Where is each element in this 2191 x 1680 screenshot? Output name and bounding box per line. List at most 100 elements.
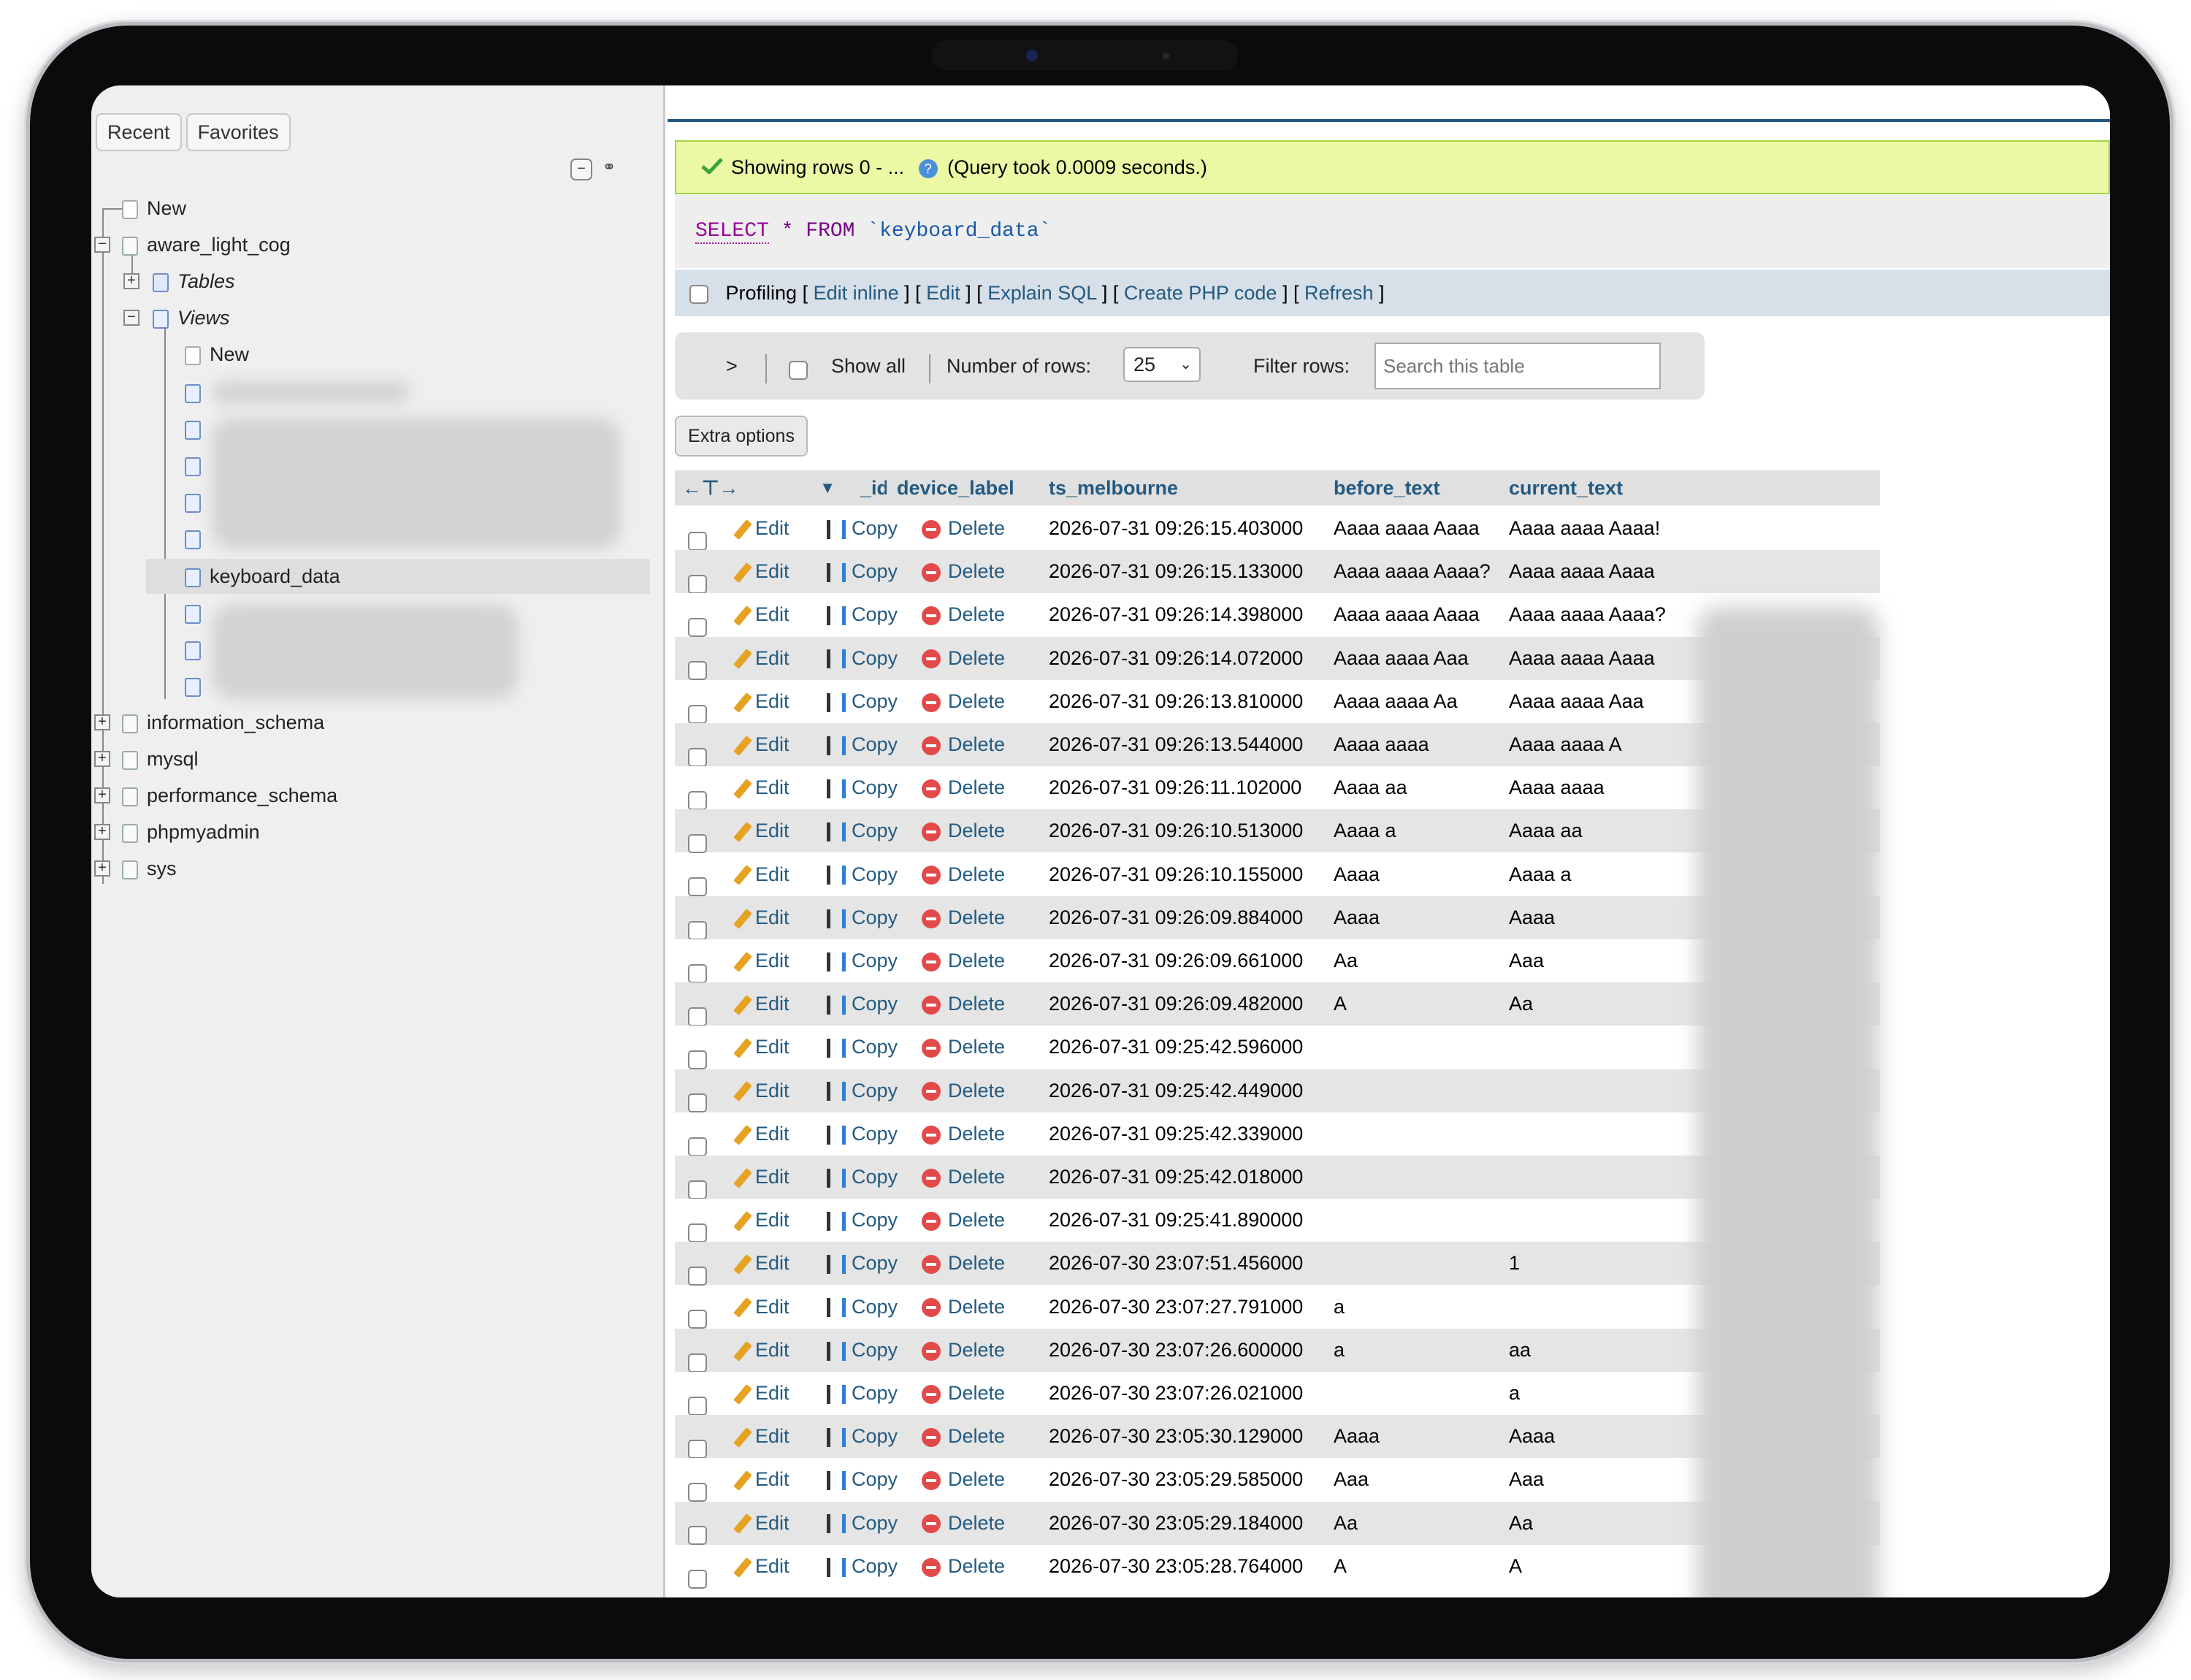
column-arrows-icon[interactable]: ←⊤→ [675, 477, 739, 499]
tree-item-db-information-schema[interactable]: information_schema [122, 708, 324, 737]
row-checkbox[interactable] [688, 1310, 707, 1329]
row-delete-button[interactable]: Delete [922, 1069, 1005, 1112]
show-all-checkbox[interactable] [789, 360, 808, 380]
row-copy-button[interactable]: Copy [827, 766, 898, 809]
column-before-text[interactable]: before_text [1323, 470, 1499, 505]
row-delete-button[interactable]: Delete [922, 1545, 1005, 1588]
tree-item-view[interactable] [185, 451, 210, 480]
row-checkbox[interactable] [688, 747, 707, 767]
tree-item-views-new[interactable]: New [185, 340, 249, 369]
row-checkbox[interactable] [688, 575, 707, 595]
row-delete-button[interactable]: Delete [922, 637, 1005, 680]
row-delete-button[interactable]: Delete [922, 939, 1005, 982]
row-delete-button[interactable]: Delete [922, 1286, 1005, 1329]
row-delete-button[interactable]: Delete [922, 1329, 1005, 1372]
row-checkbox[interactable] [688, 877, 707, 897]
column-toggle-header[interactable]: ←⊤→ ▼ [675, 470, 844, 505]
row-copy-button[interactable]: Copy [827, 1156, 898, 1199]
tree-item-view[interactable] [185, 524, 210, 553]
row-delete-button[interactable]: Delete [922, 766, 1005, 809]
row-edit-button[interactable]: Edit [733, 507, 789, 550]
tree-item-view[interactable] [185, 598, 210, 627]
row-edit-button[interactable]: Edit [733, 1286, 789, 1329]
filter-rows-input[interactable]: Search this table [1374, 343, 1661, 389]
row-delete-button[interactable]: Delete [922, 1112, 1005, 1156]
row-delete-button[interactable]: Delete [922, 1199, 1005, 1242]
row-delete-button[interactable]: Delete [922, 1502, 1005, 1545]
row-edit-button[interactable]: Edit [733, 1026, 789, 1069]
row-checkbox[interactable] [688, 1137, 707, 1156]
row-edit-button[interactable]: Edit [733, 1458, 789, 1501]
row-edit-button[interactable]: Edit [733, 1069, 789, 1112]
edit-inline-link[interactable]: Edit inline [814, 282, 899, 304]
row-edit-button[interactable]: Edit [733, 1199, 789, 1242]
row-copy-button[interactable]: Copy [827, 809, 898, 852]
expand-icon[interactable]: + [94, 824, 110, 840]
row-checkbox[interactable] [688, 1180, 707, 1199]
expand-icon[interactable]: + [94, 714, 110, 730]
row-edit-button[interactable]: Edit [733, 939, 789, 982]
collapse-all-icon[interactable]: − [570, 159, 592, 180]
row-checkbox[interactable] [688, 531, 707, 551]
row-copy-button[interactable]: Copy [827, 550, 898, 593]
row-edit-button[interactable]: Edit [733, 680, 789, 723]
row-checkbox[interactable] [688, 618, 707, 638]
refresh-link[interactable]: Refresh [1304, 282, 1374, 304]
collapse-icon[interactable]: − [123, 310, 139, 326]
tab-recent[interactable]: Recent [96, 113, 182, 151]
row-delete-button[interactable]: Delete [922, 723, 1005, 766]
row-copy-button[interactable]: Copy [827, 1458, 898, 1501]
row-copy-button[interactable]: Copy [827, 1415, 898, 1458]
row-edit-button[interactable]: Edit [733, 1545, 789, 1588]
row-edit-button[interactable]: Edit [733, 723, 789, 766]
row-checkbox[interactable] [688, 920, 707, 940]
row-checkbox[interactable] [688, 1093, 707, 1113]
row-delete-button[interactable]: Delete [922, 1156, 1005, 1199]
tree-item-views[interactable]: Views [153, 303, 230, 332]
tree-item-db-phpmyadmin[interactable]: phpmyadmin [122, 817, 260, 847]
row-checkbox[interactable] [688, 661, 707, 681]
row-copy-button[interactable]: Copy [827, 1329, 898, 1372]
row-copy-button[interactable]: Copy [827, 637, 898, 680]
row-edit-button[interactable]: Edit [733, 1502, 789, 1545]
row-checkbox[interactable] [688, 1396, 707, 1416]
info-icon[interactable]: ? [918, 159, 938, 178]
row-checkbox[interactable] [688, 1223, 707, 1243]
expand-icon[interactable]: + [94, 787, 110, 803]
column-ts-melbourne[interactable]: ts_melbourne [1039, 470, 1323, 505]
row-delete-button[interactable]: Delete [922, 982, 1005, 1026]
row-copy-button[interactable]: Copy [827, 853, 898, 896]
row-delete-button[interactable]: Delete [922, 809, 1005, 852]
row-delete-button[interactable]: Delete [922, 550, 1005, 593]
row-copy-button[interactable]: Copy [827, 982, 898, 1026]
row-delete-button[interactable]: Delete [922, 680, 1005, 723]
column-id[interactable]: _id [844, 470, 889, 505]
row-edit-button[interactable]: Edit [733, 809, 789, 852]
row-delete-button[interactable]: Delete [922, 1415, 1005, 1458]
tab-favorites[interactable]: Favorites [186, 113, 291, 151]
row-copy-button[interactable]: Copy [827, 723, 898, 766]
row-copy-button[interactable]: Copy [827, 507, 898, 550]
row-edit-button[interactable]: Edit [733, 1372, 789, 1415]
rows-per-page-select[interactable]: 25 ⌄ [1123, 347, 1201, 382]
edit-link[interactable]: Edit [926, 282, 960, 304]
row-delete-button[interactable]: Delete [922, 1458, 1005, 1501]
row-checkbox[interactable] [688, 834, 707, 854]
create-php-code-link[interactable]: Create PHP code [1124, 282, 1277, 304]
extra-options-button[interactable]: Extra options [675, 416, 808, 457]
next-page-button[interactable]: > [726, 351, 738, 381]
row-edit-button[interactable]: Edit [733, 1156, 789, 1199]
tree-item-db-sys[interactable]: sys [122, 854, 177, 883]
row-copy-button[interactable]: Copy [827, 1545, 898, 1588]
row-delete-button[interactable]: Delete [922, 896, 1005, 939]
row-checkbox[interactable] [688, 1267, 707, 1286]
row-edit-button[interactable]: Edit [733, 982, 789, 1026]
row-delete-button[interactable]: Delete [922, 1372, 1005, 1415]
row-delete-button[interactable]: Delete [922, 1026, 1005, 1069]
row-edit-button[interactable]: Edit [733, 1415, 789, 1458]
row-copy-button[interactable]: Copy [827, 939, 898, 982]
row-delete-button[interactable]: Delete [922, 593, 1005, 636]
row-edit-button[interactable]: Edit [733, 1112, 789, 1156]
row-edit-button[interactable]: Edit [733, 1242, 789, 1285]
row-checkbox[interactable] [688, 791, 707, 811]
